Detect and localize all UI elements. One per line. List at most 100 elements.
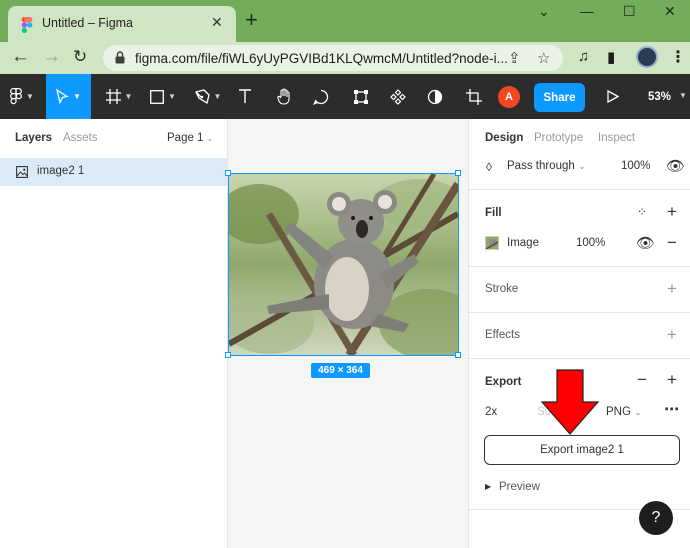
blend-mode-value: Pass through [507, 160, 575, 172]
hand-icon [276, 88, 290, 105]
export-scale[interactable]: 2x [485, 406, 497, 418]
crop-icon [466, 88, 482, 105]
fill-title: Fill [485, 207, 502, 219]
figma-logo-icon [21, 17, 33, 33]
export-format: PNG [606, 406, 631, 418]
add-stroke-icon[interactable]: + [667, 280, 677, 297]
bookmark-star-icon[interactable]: ☆ [537, 49, 550, 67]
avatar[interactable]: A [498, 86, 520, 108]
add-fill-icon[interactable]: + [667, 203, 677, 220]
fill-type[interactable]: Image [507, 237, 539, 249]
reload-icon[interactable]: ↻ [73, 47, 87, 67]
zoom-level[interactable]: 53% [648, 91, 671, 103]
url-text: figma.com/file/fiWL6yUyPGVIBd1KLQwmcM/Un… [135, 51, 508, 66]
component-button[interactable] [385, 74, 411, 119]
page-label: Page 1 [167, 132, 204, 144]
share-page-icon[interactable]: ⇪ [508, 49, 521, 67]
minimize-icon[interactable]: — [580, 3, 594, 19]
tab-search-icon[interactable]: ⌄ [538, 3, 550, 20]
layers-panel: Layers Assets Page 1 ⌄ image2 1 [0, 119, 228, 548]
preview-toggle[interactable]: Preview [499, 481, 540, 493]
more-options-icon[interactable]: ⋯ [664, 402, 679, 417]
divider [469, 189, 690, 190]
window-close-icon[interactable]: ✕ [664, 3, 676, 20]
forward-icon[interactable]: → [42, 47, 61, 67]
remove-export-icon[interactable]: − [637, 371, 647, 388]
tab-layers[interactable]: Layers [15, 132, 52, 144]
effects-title: Effects [485, 329, 520, 341]
maximize-icon[interactable]: ☐ [623, 3, 636, 20]
image-layer-icon [16, 166, 28, 178]
browser-tab-strip: Untitled – Figma ✕ + ⌄ — ☐ ✕ [0, 0, 690, 42]
export-button[interactable]: Export image2 1 [484, 435, 680, 465]
tab-design[interactable]: Design [485, 132, 523, 144]
fill-opacity[interactable]: 100% [576, 237, 605, 249]
browser-menu-icon[interactable]: ⋮ [670, 47, 686, 67]
stroke-title: Stroke [485, 283, 519, 295]
mask-button[interactable] [422, 74, 448, 119]
comment-tool-button[interactable] [308, 74, 334, 119]
layer-opacity[interactable]: 100% [621, 160, 650, 172]
export-format-select[interactable]: PNG ⌄ [606, 406, 642, 418]
pen-icon [194, 89, 210, 104]
shape-tool-button[interactable]: ▼ [143, 74, 183, 119]
fill-image-swatch[interactable] [485, 236, 499, 250]
rectangle-icon [150, 89, 164, 104]
page-selector[interactable]: Page 1 ⌄ [167, 132, 213, 144]
crop-button[interactable] [462, 74, 486, 119]
move-tool-button[interactable]: ▼ [46, 74, 91, 119]
resize-handle-bottom-right[interactable] [455, 352, 461, 358]
side-panel-icon[interactable]: ▮ [607, 48, 615, 66]
share-button[interactable]: Share [534, 83, 585, 112]
styles-grid-icon[interactable]: ⁘ [637, 205, 647, 220]
resize-handle-top-right[interactable] [455, 170, 461, 176]
pen-tool-button[interactable]: ▼ [188, 74, 228, 119]
resize-handle-top-left[interactable] [225, 170, 231, 176]
browser-profile-avatar[interactable] [636, 46, 658, 68]
blend-drop-icon: ◊ [486, 160, 492, 174]
tab-assets[interactable]: Assets [63, 132, 98, 144]
divider [469, 312, 690, 313]
new-tab-button[interactable]: + [245, 9, 258, 31]
koala-thumbnail-icon [486, 237, 498, 249]
blend-mode-select[interactable]: Pass through ⌄ [507, 160, 586, 172]
add-effect-icon[interactable]: + [667, 326, 677, 343]
main-menu-button[interactable]: ▼ [0, 74, 44, 119]
selection-outline [228, 173, 459, 356]
preview-caret-icon[interactable]: ▶ [485, 482, 491, 491]
remove-fill-icon[interactable]: − [667, 234, 677, 251]
fill-visibility-eye-icon[interactable]: 👁 [636, 236, 655, 251]
url-field[interactable]: figma.com/file/fiWL6yUyPGVIBd1KLQwmcM/Un… [103, 45, 563, 71]
zoom-chevron-icon[interactable]: ▼ [679, 91, 687, 100]
add-export-icon[interactable]: + [667, 371, 677, 388]
frame-tool-button[interactable]: ▼ [99, 74, 139, 119]
text-tool-button[interactable] [232, 74, 258, 119]
frame-icon [105, 89, 121, 104]
component-icon [390, 88, 406, 105]
lock-icon [115, 51, 125, 64]
layer-name: image2 1 [37, 165, 85, 177]
media-controls-icon[interactable]: ♫ [578, 48, 589, 65]
figma-toolbar: ▼ ▼ ▼ ▼ ▼ ▼ [0, 74, 690, 119]
layer-row[interactable]: image2 1 [0, 158, 227, 186]
present-button[interactable] [602, 74, 624, 119]
close-tab-icon[interactable]: ✕ [211, 14, 223, 31]
resources-button[interactable] [347, 74, 375, 119]
resources-icon [354, 89, 368, 104]
help-button[interactable]: ? [639, 501, 673, 535]
back-icon[interactable]: ← [11, 47, 30, 67]
mask-icon [427, 89, 443, 104]
resize-handle-bottom-left[interactable] [225, 352, 231, 358]
address-bar: ← → ↻ figma.com/file/fiWL6yUyPGVIBd1KLQw… [0, 42, 690, 74]
dimension-badge: 469 × 364 [311, 363, 370, 378]
comment-icon [313, 89, 329, 105]
tab-title: Untitled – Figma [42, 16, 134, 30]
visibility-eye-icon[interactable]: 👁 [666, 159, 685, 174]
chevron-down-icon: ⌄ [577, 161, 586, 171]
chevron-down-icon: ⌄ [634, 407, 642, 417]
tab-inspect[interactable]: Inspect [598, 132, 635, 144]
tab-prototype[interactable]: Prototype [534, 132, 583, 144]
hand-tool-button[interactable] [270, 74, 298, 119]
design-panel: Design Prototype Inspect ◊ Pass through … [468, 119, 690, 548]
browser-tab[interactable]: Untitled – Figma ✕ [8, 6, 236, 42]
